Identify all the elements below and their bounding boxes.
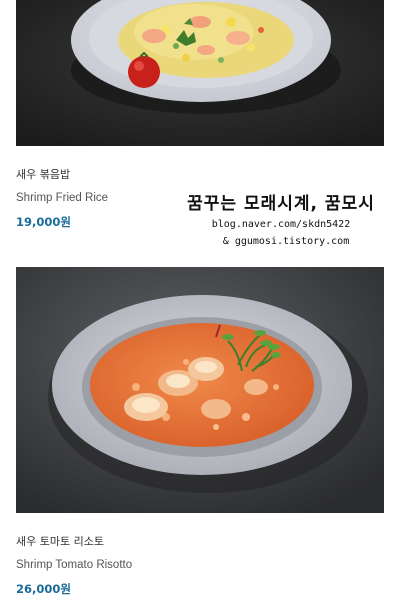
menu-item-korean-name: 새우 볶음밥 bbox=[16, 168, 71, 181]
shrimp-tomato-risotto-photo[interactable] bbox=[16, 267, 384, 513]
menu-item-english-name: Shrimp Tomato Risotto bbox=[16, 559, 133, 571]
watermark-tistory-url: & ggumosi.tistory.com bbox=[222, 236, 350, 247]
watermark-title: 꿈꾸는 모래시계, 꿈모시 bbox=[187, 194, 375, 214]
menu-item-korean-name: 새우 토마토 리소토 bbox=[16, 535, 104, 548]
watermark-blog-url: blog.naver.com/skdn5422 bbox=[211, 219, 351, 230]
menu-item-price: 19,000원 bbox=[16, 215, 71, 229]
menu-item-price: 26,000원 bbox=[16, 582, 71, 596]
shrimp-fried-rice-photo[interactable] bbox=[16, 0, 384, 146]
menu-item-english-name: Shrimp Fried Rice bbox=[16, 192, 109, 204]
blog-watermark: 꿈꾸는 모래시계, 꿈모시 blog.naver.com/skdn5422 & … bbox=[176, 192, 386, 250]
